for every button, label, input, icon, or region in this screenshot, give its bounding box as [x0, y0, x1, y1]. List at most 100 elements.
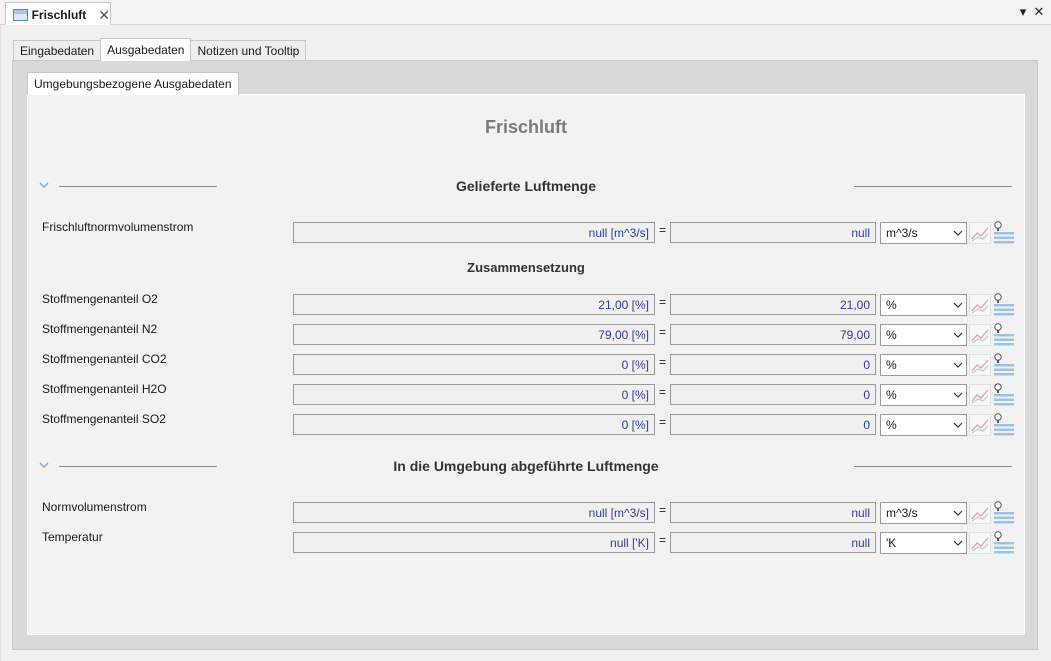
value-row: Normvolumenstrom null [m^3/s] = null m^3… [28, 500, 1024, 524]
section-header-gelieferte-luftmenge: Gelieferte Luftmenge [28, 178, 1024, 198]
lightbulb-list-icon[interactable] [991, 352, 1015, 376]
unit-select-value: m^3/s [886, 506, 918, 520]
trend-graph-icon[interactable] [969, 354, 991, 376]
converted-value-field[interactable]: 79,00 [670, 324, 876, 345]
trend-graph-icon[interactable] [969, 324, 991, 346]
equals-sign: = [659, 533, 667, 547]
unit-select[interactable]: 'K [880, 532, 967, 554]
converted-value-field[interactable]: null [670, 222, 876, 243]
chevron-down-icon [953, 392, 963, 398]
lightbulb-list-icon[interactable] [991, 530, 1015, 554]
value-row: Stoffmengenanteil SO2 0 [%] = 0 % [28, 412, 1024, 436]
divider-line [854, 466, 1012, 467]
chevron-down-icon [953, 302, 963, 308]
row-label: Stoffmengenanteil N2 [42, 322, 158, 336]
tab-panel: Umgebungsbezogene Ausgabedaten Frischluf… [12, 60, 1038, 650]
value-row: Temperatur null ['K] = null 'K [28, 530, 1024, 554]
row-label: Normvolumenstrom [42, 500, 147, 514]
trend-graph-icon[interactable] [969, 502, 991, 524]
lightbulb-list-icon[interactable] [991, 220, 1015, 244]
unit-select[interactable]: % [880, 294, 967, 316]
row-label: Frischluftnormvolumenstrom [42, 220, 194, 234]
value-row: Stoffmengenanteil O2 21,00 [%] = 21,00 % [28, 292, 1024, 316]
unit-select[interactable]: m^3/s [880, 502, 967, 524]
dropdown-menu-icon[interactable]: ▾ [1017, 4, 1029, 20]
trend-graph-icon[interactable] [969, 532, 991, 554]
close-icon[interactable]: ✕ [1033, 4, 1045, 20]
value-field[interactable]: null ['K] [293, 532, 655, 553]
chevron-down-icon [953, 230, 963, 236]
unit-select[interactable]: % [880, 384, 967, 406]
trend-graph-icon[interactable] [969, 384, 991, 406]
converted-value-field[interactable]: 0 [670, 414, 876, 435]
converted-value-field[interactable]: 0 [670, 354, 876, 375]
lightbulb-list-icon[interactable] [991, 322, 1015, 346]
unit-select[interactable]: % [880, 354, 967, 376]
unit-select-value: % [886, 418, 897, 432]
converted-value-field[interactable]: 0 [670, 384, 876, 405]
unit-select[interactable]: % [880, 414, 967, 436]
equals-sign: = [659, 503, 667, 517]
value-field[interactable]: 0 [%] [293, 354, 655, 375]
trend-graph-icon[interactable] [969, 414, 991, 436]
lightbulb-list-icon[interactable] [991, 412, 1015, 436]
value-row: Stoffmengenanteil N2 79,00 [%] = 79,00 % [28, 322, 1024, 346]
trend-graph-icon[interactable] [969, 294, 991, 316]
value-field[interactable]: 21,00 [%] [293, 294, 655, 315]
equals-sign: = [659, 415, 667, 429]
unit-select-value: 'K [886, 536, 897, 550]
equals-sign: = [659, 295, 667, 309]
converted-value-field[interactable]: null [670, 502, 876, 523]
window-icon [13, 8, 28, 21]
row-label: Stoffmengenanteil H2O [42, 382, 167, 396]
unit-select-value: % [886, 298, 897, 312]
page-title: Frischluft [484, 117, 567, 137]
editor-tab-frischluft[interactable]: Frischluft ✕ [5, 2, 111, 26]
value-row: Stoffmengenanteil CO2 0 [%] = 0 % [28, 352, 1024, 376]
output-panel: Frischluft Gelieferte Luftmenge Frischlu… [27, 94, 1025, 635]
value-field[interactable]: null [m^3/s] [293, 502, 655, 523]
tab-ausgabedaten[interactable]: Ausgabedaten [100, 38, 192, 61]
value-row: Stoffmengenanteil H2O 0 [%] = 0 % [28, 382, 1024, 406]
tab-eingabedaten[interactable]: Eingabedaten [13, 40, 102, 60]
value-field[interactable]: 0 [%] [293, 414, 655, 435]
main-tabs: Eingabedaten Ausgabedaten Notizen und To… [13, 38, 307, 61]
unit-select-value: % [886, 358, 897, 372]
chevron-down-icon [953, 422, 963, 428]
value-field[interactable]: 79,00 [%] [293, 324, 655, 345]
trend-graph-icon[interactable] [969, 222, 991, 244]
unit-select[interactable]: % [880, 324, 967, 346]
tab-notizen-und-tooltip[interactable]: Notizen und Tooltip [190, 40, 307, 60]
equals-sign: = [659, 385, 667, 399]
chevron-down-icon [953, 362, 963, 368]
unit-select-value: % [886, 328, 897, 342]
value-field[interactable]: null [m^3/s] [293, 222, 655, 243]
converted-value-field[interactable]: 21,00 [670, 294, 876, 315]
value-field[interactable]: 0 [%] [293, 384, 655, 405]
equals-sign: = [659, 223, 667, 237]
chevron-down-icon [953, 332, 963, 338]
unit-select-value: % [886, 388, 897, 402]
chevron-down-icon [953, 510, 963, 516]
editor-tab-strip: Frischluft ✕ ▾ ✕ [0, 0, 1051, 26]
subsection-title-zusammensetzung: Zusammensetzung [467, 260, 585, 275]
editor-tab-title: Frischluft [31, 7, 87, 22]
section-header-abgefuehrte-luftmenge: In die Umgebung abgeführte Luftmenge [28, 458, 1024, 478]
equals-sign: = [659, 325, 667, 339]
converted-value-field[interactable]: null [670, 532, 876, 553]
close-icon[interactable]: ✕ [98, 8, 110, 22]
lightbulb-list-icon[interactable] [991, 382, 1015, 406]
unit-select-value: m^3/s [886, 226, 918, 240]
editor-body: Eingabedaten Ausgabedaten Notizen und To… [0, 25, 1051, 661]
value-row: Frischluftnormvolumenstrom null [m^3/s] … [28, 220, 1024, 244]
unit-select[interactable]: m^3/s [880, 222, 967, 244]
row-label: Stoffmengenanteil CO2 [42, 352, 167, 366]
lightbulb-list-icon[interactable] [991, 292, 1015, 316]
lightbulb-list-icon[interactable] [991, 500, 1015, 524]
tab-umgebungsbezogene-ausgabedaten[interactable]: Umgebungsbezogene Ausgabedaten [27, 72, 239, 95]
row-label: Temperatur [42, 530, 103, 544]
row-label: Stoffmengenanteil SO2 [42, 412, 166, 426]
row-label: Stoffmengenanteil O2 [42, 292, 158, 306]
strip-controls: ▾ ✕ [1017, 4, 1045, 20]
equals-sign: = [659, 355, 667, 369]
